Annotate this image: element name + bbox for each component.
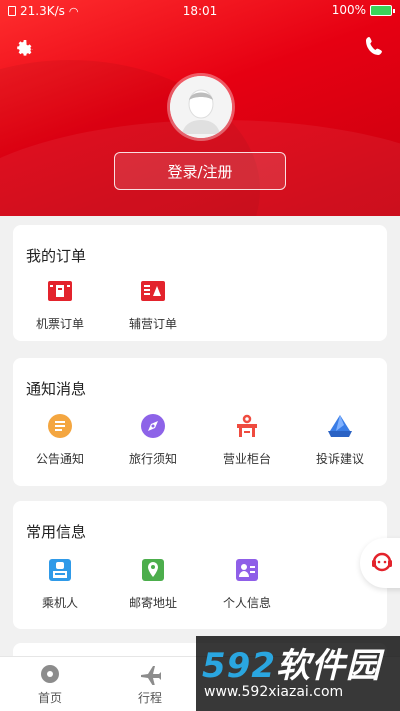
personal-info-button[interactable]: 个人信息 <box>207 556 287 611</box>
notices-title: 通知消息 <box>26 380 87 398</box>
watermark-url: www.592xiazai.com <box>204 684 344 700</box>
sales-counter-button[interactable]: 营业柜台 <box>207 412 287 467</box>
notices-card: 通知消息 公告通知 旅行须知 营业柜台 投诉建议 <box>13 358 387 486</box>
passengers-button[interactable]: 乘机人 <box>20 556 100 611</box>
battery-icon <box>370 4 395 16</box>
login-register-button[interactable]: 登录/注册 <box>114 152 286 190</box>
avatar[interactable] <box>170 76 232 138</box>
orders-card: 我的订单 机票订单 辅营订单 <box>13 225 387 341</box>
sales-counter-label: 营业柜台 <box>222 452 271 466</box>
announcements-label: 公告通知 <box>35 452 84 466</box>
watermark-brand-text: 软件园 <box>275 646 381 686</box>
ancillary-orders-button[interactable]: 辅营订单 <box>113 277 193 332</box>
headset-icon <box>372 552 392 572</box>
flight-orders-button[interactable]: 机票订单 <box>20 277 100 332</box>
counter-icon <box>233 412 261 440</box>
complaints-label: 投诉建议 <box>315 452 364 466</box>
watermark-logo: 592软件园 www.592xiazai.com <box>196 636 400 711</box>
service-order-icon <box>139 277 167 305</box>
travel-notice-label: 旅行须知 <box>128 452 177 466</box>
info-title: 常用信息 <box>26 523 87 541</box>
ticket-icon <box>46 277 74 305</box>
home-icon <box>39 663 61 685</box>
profile-header: 21.3K/s ◠ 18:01 100% 登录/注册 <box>0 0 400 216</box>
tab-home-label: 首页 <box>37 691 62 705</box>
tab-itinerary-label: 行程 <box>137 691 162 705</box>
personal-info-label: 个人信息 <box>222 596 271 610</box>
phone-icon[interactable] <box>360 32 390 62</box>
announcement-icon <box>46 412 74 440</box>
ancillary-orders-label: 辅营订单 <box>128 317 177 331</box>
settings-gear-icon[interactable] <box>10 33 40 63</box>
watermark-brand-number: 592 <box>202 646 276 686</box>
mailing-address-label: 邮寄地址 <box>128 596 177 610</box>
announcements-button[interactable]: 公告通知 <box>20 412 100 467</box>
default-avatar-icon <box>170 76 232 138</box>
info-card: 常用信息 乘机人 邮寄地址 个人信息 <box>13 501 387 629</box>
status-bar: 21.3K/s ◠ 18:01 100% <box>0 0 400 22</box>
travel-notice-button[interactable]: 旅行须知 <box>113 412 193 467</box>
passengers-label: 乘机人 <box>41 596 78 610</box>
profile-icon <box>233 556 261 584</box>
battery-level: 100% <box>331 3 366 17</box>
orders-title: 我的订单 <box>26 247 87 265</box>
passenger-icon <box>46 556 74 584</box>
compass-icon <box>139 412 167 440</box>
tab-itinerary[interactable]: 行程 <box>110 663 190 706</box>
feedback-icon <box>326 412 354 440</box>
mailing-address-button[interactable]: 邮寄地址 <box>113 556 193 611</box>
complaints-button[interactable]: 投诉建议 <box>300 412 380 467</box>
flight-orders-label: 机票订单 <box>35 317 84 331</box>
tab-home[interactable]: 首页 <box>10 663 90 706</box>
location-icon <box>139 556 167 584</box>
airplane-icon <box>139 663 163 686</box>
